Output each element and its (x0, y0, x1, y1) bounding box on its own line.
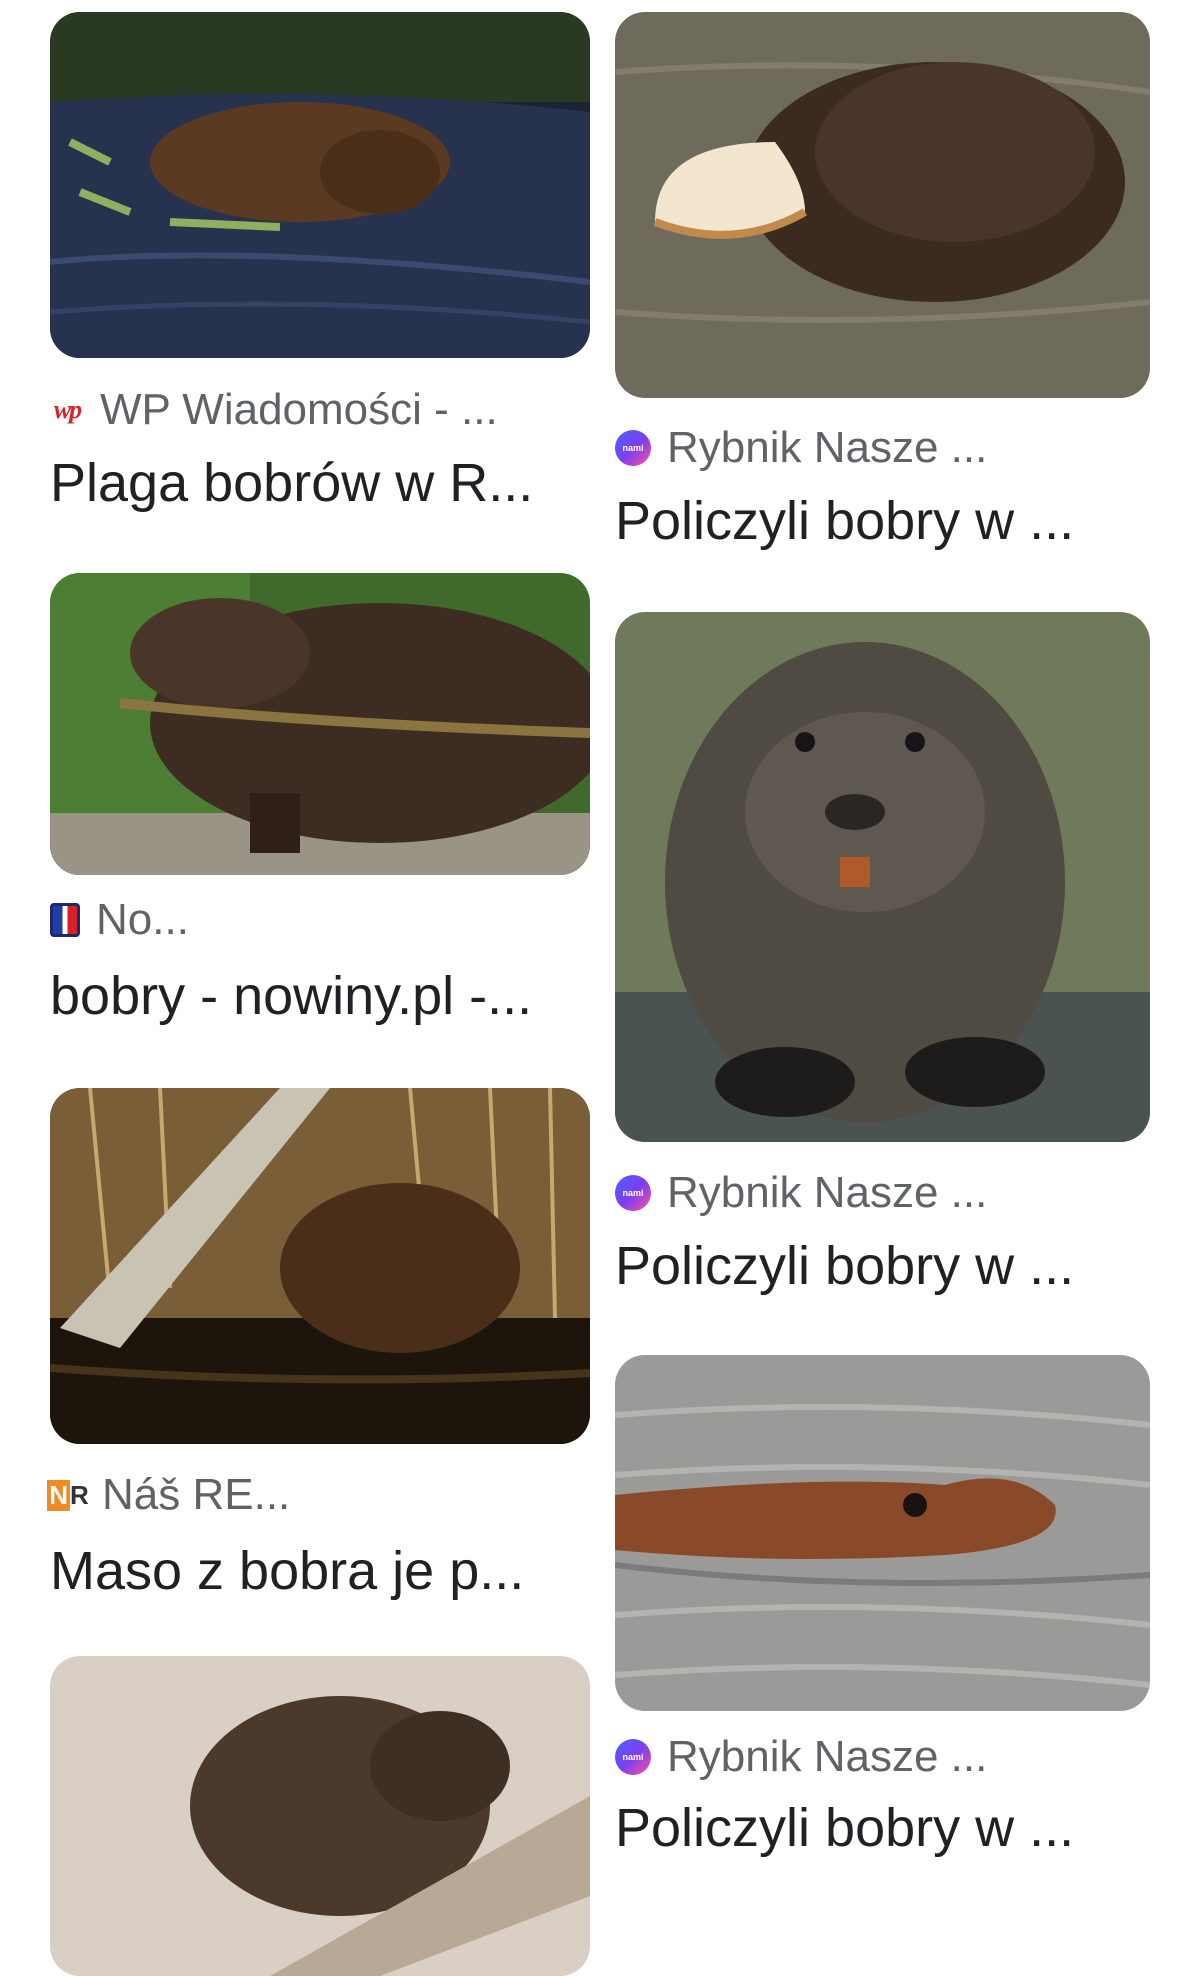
source-label: Rybnik Nasze ... (667, 423, 988, 472)
wp-logo-icon: wp (53, 395, 82, 424)
nami-logo-icon: nami (615, 1175, 651, 1211)
nami-logo-icon: nami (615, 1739, 651, 1775)
result-title: Plaga bobrów w R... (50, 453, 534, 513)
image-result-1[interactable]: wp WP Wiadomości - ... Plaga bobrów w R.… (0, 0, 600, 560)
beaver-gnawing-tree-image (50, 1088, 590, 1444)
result-title: bobry - nowiny.pl -... (50, 966, 533, 1026)
result-source: wp WP Wiadomości - ... (50, 380, 498, 440)
result-source: No... (50, 890, 189, 950)
source-label: Rybnik Nasze ... (667, 1732, 988, 1781)
result-source: nami Rybnik Nasze ... (615, 1163, 987, 1223)
result-title: Policzyli bobry w ... (615, 1798, 1075, 1858)
result-source: nami Rybnik Nasze ... (615, 1727, 987, 1787)
source-label: No... (96, 895, 189, 944)
result-title: Policzyli bobry w ... (615, 1236, 1075, 1296)
image-result-4[interactable]: nami Rybnik Nasze ... Policzyli bobry w … (600, 605, 1200, 1320)
result-title: Maso z bobra je p... (50, 1541, 525, 1601)
beaver-swimming-image (615, 1355, 1150, 1711)
beaver-on-log-image (50, 1656, 590, 1976)
result-source: NR Náš RE... (47, 1465, 291, 1525)
source-label: WP Wiadomości - ... (100, 385, 498, 434)
result-source: nami Rybnik Nasze ... (615, 418, 987, 478)
beaver-in-water-image (50, 12, 590, 358)
nr-logo-icon: NR (47, 1479, 89, 1511)
result-title: Policzyli bobry w ... (615, 491, 1075, 551)
nowiny-logo-icon (50, 903, 80, 937)
image-result-2[interactable]: nami Rybnik Nasze ... Policzyli bobry w … (600, 0, 1200, 595)
beaver-eating-bread-image (615, 12, 1150, 398)
source-label: Náš RE... (102, 1470, 291, 1519)
image-result-5[interactable]: NR Náš RE... Maso z bobra je p... (0, 1075, 600, 1605)
beaver-carrying-stick-image (50, 573, 590, 875)
nami-logo-icon: nami (615, 430, 651, 466)
image-result-7[interactable] (0, 1650, 600, 1976)
image-result-6[interactable]: nami Rybnik Nasze ... Policzyli bobry w … (600, 1345, 1200, 1885)
image-result-3[interactable]: No... bobry - nowiny.pl -... (0, 565, 600, 1065)
nutria-front-view-image (615, 612, 1150, 1142)
source-label: Rybnik Nasze ... (667, 1168, 988, 1217)
